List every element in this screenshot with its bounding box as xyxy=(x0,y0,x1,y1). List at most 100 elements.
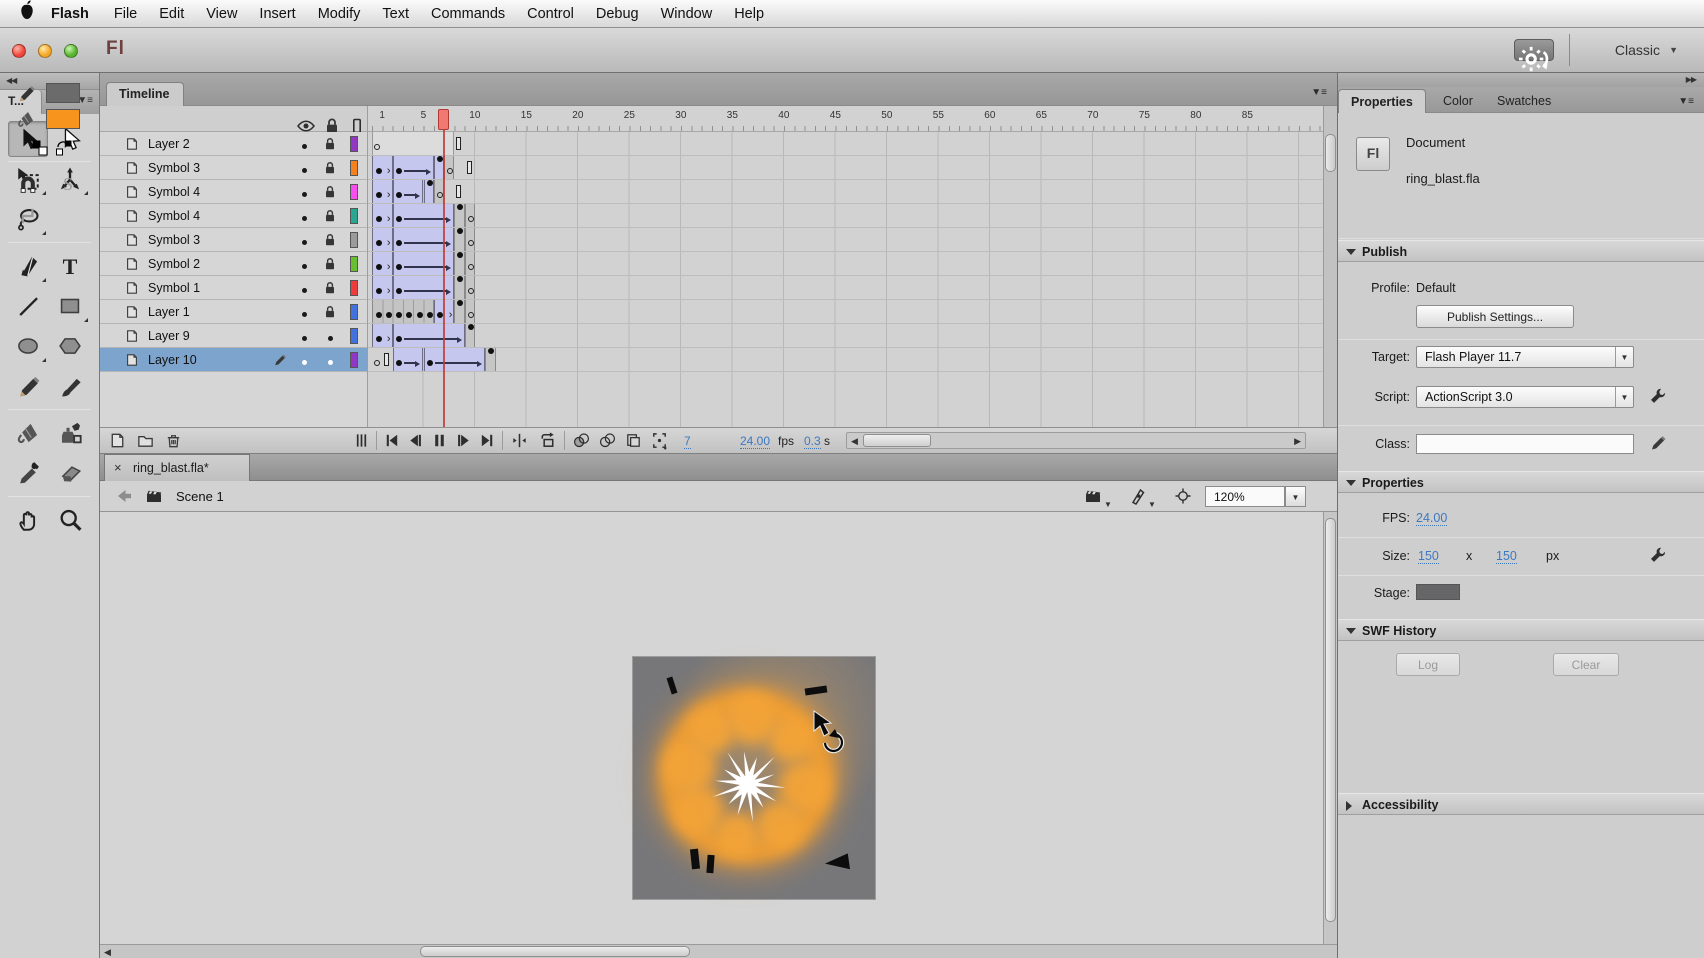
fps-value[interactable]: 24.00 xyxy=(1416,511,1447,526)
menu-edit[interactable]: Edit xyxy=(148,6,195,22)
current-frame-value[interactable]: 7 xyxy=(684,434,691,449)
layer-lock-toggle[interactable] xyxy=(322,232,338,248)
tween-span[interactable]: › xyxy=(372,324,393,347)
layer-visibility-toggle[interactable] xyxy=(296,184,312,200)
layer-lock-toggle[interactable] xyxy=(322,304,338,320)
swf-history-section-header[interactable]: SWF History xyxy=(1338,619,1704,641)
layer-lock-toggle[interactable] xyxy=(322,280,338,296)
zoom-window-button[interactable] xyxy=(64,44,78,58)
layer-outline-color-swatch[interactable] xyxy=(350,208,358,224)
tween-span[interactable]: › xyxy=(372,228,393,251)
edit-symbols-arrow-icon[interactable]: ▼ xyxy=(1148,500,1156,509)
menu-window[interactable]: Window xyxy=(650,6,724,22)
pencil-tool[interactable] xyxy=(8,368,48,404)
tween-span[interactable] xyxy=(393,156,434,179)
frame-rate-value[interactable]: 24.00 xyxy=(740,434,770,449)
onion-skin-outlines-button[interactable] xyxy=(598,431,618,451)
layer-visibility-toggle[interactable] xyxy=(296,256,312,272)
apple-menu-icon[interactable] xyxy=(14,0,40,29)
step-back-button[interactable] xyxy=(406,431,426,451)
menu-commands[interactable]: Commands xyxy=(420,6,516,22)
accessibility-section-header[interactable]: Accessibility xyxy=(1338,793,1704,815)
scroll-right-icon[interactable]: ▶ xyxy=(1294,436,1301,447)
layer-row-symbol-1[interactable]: Symbol 1 xyxy=(100,276,367,300)
span-end-marker[interactable] xyxy=(454,132,464,155)
tab-properties[interactable]: Properties xyxy=(1338,89,1426,113)
span-end-marker[interactable] xyxy=(465,156,475,179)
publish-settings-button[interactable]: Publish Settings... xyxy=(1416,305,1574,328)
tween-span[interactable]: › xyxy=(372,156,393,179)
empty-keyframe[interactable] xyxy=(372,132,382,155)
timeline-tab[interactable]: Timeline xyxy=(106,82,184,106)
fill-color-swatch[interactable] xyxy=(46,109,80,129)
menu-file[interactable]: File xyxy=(103,6,148,22)
layer-row-symbol-4[interactable]: Symbol 4 xyxy=(100,180,367,204)
menu-flash[interactable]: Flash xyxy=(40,6,103,22)
scroll-left-icon[interactable]: ◀ xyxy=(104,947,111,958)
layer-frames-row[interactable]: › xyxy=(368,252,1323,276)
text-tool[interactable]: T xyxy=(50,248,90,284)
layer-outline-color-swatch[interactable] xyxy=(350,232,358,248)
paint-bucket-tool[interactable] xyxy=(8,415,48,451)
layer-lock-toggle[interactable] xyxy=(322,208,338,224)
empty-keyframe[interactable] xyxy=(465,300,475,323)
timeline-ruler[interactable]: 1510152025303540455055606570758085 xyxy=(368,106,1323,132)
menu-debug[interactable]: Debug xyxy=(585,6,650,22)
modify-markers-button[interactable] xyxy=(650,431,670,451)
ink-bottle-tool[interactable] xyxy=(50,415,90,451)
scrollbar-thumb[interactable] xyxy=(863,434,931,447)
layer-visibility-toggle[interactable] xyxy=(296,280,312,296)
edit-scene-button[interactable] xyxy=(1083,486,1103,511)
layer-lock-toggle[interactable] xyxy=(322,160,338,176)
script-settings-wrench-icon[interactable] xyxy=(1648,386,1668,406)
elapsed-time-value[interactable]: 0.3 xyxy=(804,434,821,449)
keyframe[interactable] xyxy=(454,204,464,227)
pen-tool[interactable] xyxy=(8,248,48,284)
layer-visibility-toggle[interactable] xyxy=(296,136,312,152)
layer-lock-toggle[interactable] xyxy=(322,184,338,200)
timeline-horizontal-scrollbar[interactable]: ◀ ▶ xyxy=(846,432,1306,449)
layer-row-layer-9[interactable]: Layer 9 xyxy=(100,324,367,348)
document-type-icon[interactable]: Fl xyxy=(1356,137,1390,171)
stage[interactable] xyxy=(633,657,875,899)
layer-frames-row[interactable]: › xyxy=(368,228,1323,252)
go-to-last-frame-button[interactable] xyxy=(478,431,498,451)
section-collapse-icon[interactable] xyxy=(1346,249,1356,255)
stage-color-swatch[interactable] xyxy=(1416,584,1460,600)
tween-span[interactable] xyxy=(393,276,455,299)
stage-pasteboard[interactable] xyxy=(100,512,1337,944)
section-collapse-icon[interactable] xyxy=(1346,480,1356,486)
onion-skin-button[interactable] xyxy=(572,431,592,451)
hand-tool[interactable] xyxy=(8,502,48,538)
span-end-marker[interactable] xyxy=(382,348,392,371)
layer-lock-toggle[interactable] xyxy=(322,136,338,152)
panel-menu-icon[interactable]: ▼≡ xyxy=(1678,96,1694,107)
section-collapse-icon[interactable] xyxy=(1346,628,1356,634)
tween-span[interactable]: › xyxy=(372,252,393,275)
size-settings-wrench-icon[interactable] xyxy=(1648,545,1668,565)
layer-outline-color-swatch[interactable] xyxy=(350,256,358,272)
layer-row-layer-2[interactable]: Layer 2 xyxy=(100,132,367,156)
pause-button[interactable] xyxy=(430,431,450,451)
empty-keyframe[interactable] xyxy=(444,156,454,179)
workspace-switcher-button[interactable] xyxy=(1514,39,1554,61)
layer-outline-color-swatch[interactable] xyxy=(350,184,358,200)
go-to-first-frame-button[interactable] xyxy=(382,431,402,451)
close-window-button[interactable] xyxy=(12,44,26,58)
center-playhead-icon[interactable] xyxy=(352,431,372,451)
swf-clear-button[interactable]: Clear xyxy=(1553,653,1619,676)
layer-row-symbol-2[interactable]: Symbol 2 xyxy=(100,252,367,276)
layer-frames-row[interactable]: › xyxy=(368,204,1323,228)
layer-frames-row[interactable]: › xyxy=(368,324,1323,348)
properties-section-header[interactable]: Properties xyxy=(1338,471,1704,493)
layer-outline-color-swatch[interactable] xyxy=(350,328,358,344)
lock-all-layers-icon[interactable] xyxy=(322,111,342,131)
keyframe[interactable] xyxy=(465,324,475,347)
line-tool[interactable] xyxy=(8,288,48,324)
tween-span[interactable] xyxy=(393,348,424,371)
loop-playback-button[interactable] xyxy=(538,431,558,451)
publish-section-header[interactable]: Publish xyxy=(1338,240,1704,262)
edit-multiple-frames-button[interactable] xyxy=(624,431,644,451)
tween-span[interactable] xyxy=(393,324,465,347)
layer-frames-row[interactable]: › xyxy=(368,156,1323,180)
